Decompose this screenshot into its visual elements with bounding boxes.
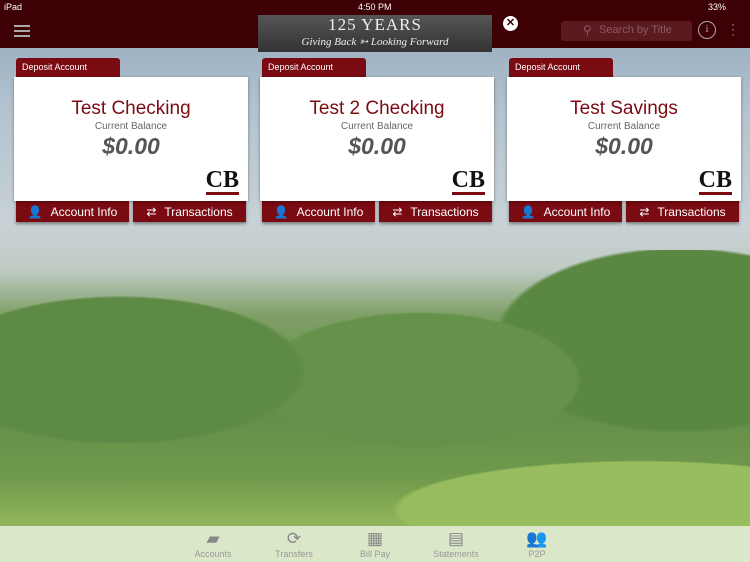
account-card: Deposit Account Test Savings Current Bal… [507, 58, 741, 222]
account-info-button[interactable]: 👤 Account Info [509, 201, 622, 222]
balance-value: $0.00 [348, 133, 406, 159]
search-input[interactable]: ⚲ Search by Title [561, 21, 692, 41]
tab-bar: ▰ Accounts ⟳ Transfers ▦ Bill Pay ▤ Statements 👥… [0, 526, 750, 562]
calendar-icon: ▦ [366, 529, 384, 548]
account-info-button[interactable]: 👤 Account Info [16, 201, 129, 222]
account-name: Test Savings [570, 98, 678, 119]
balance-label: Current Balance [587, 121, 661, 132]
status-bar: iPad 4:50 PM 33% [0, 0, 750, 14]
balance-label: Current Balance [94, 121, 168, 132]
transactions-label: Transactions [410, 204, 479, 219]
people-icon: 👥 [526, 529, 548, 548]
account-type-tab: Deposit Account [16, 58, 120, 77]
account-info-label: Account Info [543, 204, 611, 219]
account-info-label: Account Info [296, 204, 364, 219]
account-info-button[interactable]: 👤 Account Info [262, 201, 375, 222]
info-icon[interactable]: i [698, 21, 716, 39]
bank-logo: CB [451, 167, 485, 195]
tab-statements[interactable]: ▤ Statements [416, 526, 497, 562]
contact-card-icon: 👤 [520, 204, 536, 219]
transactions-label: Transactions [657, 204, 726, 219]
clock: 4:50 PM [358, 2, 392, 12]
search-placeholder: Search by Title [599, 24, 672, 36]
swap-arrows-icon: ⇄ [392, 204, 403, 219]
background-landscape [0, 250, 750, 530]
anniversary-banner: 125 YEARS Giving Back ➳ Looking Forward [258, 15, 492, 52]
contact-card-icon: 👤 [273, 204, 289, 219]
bank-logo: CB [698, 167, 732, 195]
battery-level: 33% [708, 2, 727, 12]
search-icon: ⚲ [583, 23, 592, 37]
swap-arrows-icon: ⇄ [639, 204, 650, 219]
pdf-icon: ▤ [447, 529, 465, 548]
account-name: Test 2 Checking [309, 98, 445, 119]
swap-arrows-icon: ⇄ [146, 204, 157, 219]
nav-bar: 125 YEARS Giving Back ➳ Looking Forward … [0, 14, 750, 52]
tab-label: Statements [433, 549, 479, 559]
more-options-icon[interactable]: · · · [731, 18, 735, 40]
account-summary[interactable]: Test Checking Current Balance $0.00 CB [14, 77, 248, 201]
balance-value: $0.00 [102, 133, 160, 159]
refresh-icon: ⟳ [286, 529, 302, 548]
banner-subtitle: Giving Back ➳ Looking Forward [301, 36, 449, 48]
transactions-button[interactable]: ⇄ Transactions [626, 201, 739, 222]
contact-card-icon: 👤 [27, 204, 43, 219]
balance-label: Current Balance [340, 121, 414, 132]
transactions-button[interactable]: ⇄ Transactions [133, 201, 246, 222]
tab-label: Transfers [275, 549, 313, 559]
cards-icon: ▰ [206, 529, 220, 548]
balance-value: $0.00 [595, 133, 653, 159]
tab-accounts[interactable]: ▰ Accounts [173, 526, 254, 562]
account-summary[interactable]: Test 2 Checking Current Balance $0.00 CB [260, 77, 494, 201]
transactions-label: Transactions [164, 204, 233, 219]
account-type-tab: Deposit Account [509, 58, 613, 77]
tab-bill-pay[interactable]: ▦ Bill Pay [335, 526, 416, 562]
account-summary[interactable]: Test Savings Current Balance $0.00 CB [507, 77, 741, 201]
tab-label: Bill Pay [359, 549, 390, 559]
account-card: Deposit Account Test 2 Checking Current … [260, 58, 494, 222]
tab-label: Accounts [194, 549, 232, 559]
transactions-button[interactable]: ⇄ Transactions [379, 201, 492, 222]
close-banner-icon[interactable]: ✕ [503, 16, 518, 31]
account-type-tab: Deposit Account [262, 58, 366, 77]
device-label: iPad [4, 2, 23, 12]
hamburger-menu-icon[interactable] [14, 25, 30, 37]
account-name: Test Checking [71, 98, 191, 119]
tab-transfers[interactable]: ⟳ Transfers [254, 526, 335, 562]
tab-p2p[interactable]: 👥 P2P [497, 526, 578, 562]
banner-title: 125 YEARS [328, 15, 422, 34]
bank-logo: CB [205, 167, 239, 195]
account-info-label: Account Info [50, 204, 118, 219]
tab-label: P2P [528, 549, 546, 559]
account-card: Deposit Account Test Checking Current Ba… [14, 58, 248, 222]
